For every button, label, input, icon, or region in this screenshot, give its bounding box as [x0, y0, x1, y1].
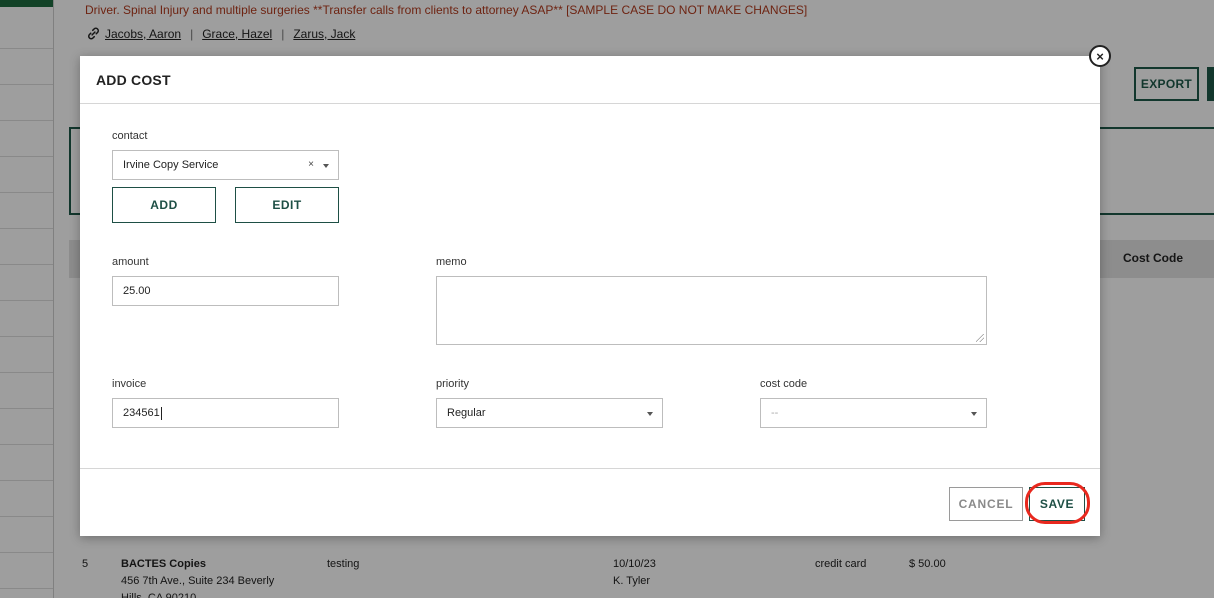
modal-header: ADD COST [80, 56, 1100, 104]
modal-title: ADD COST [96, 71, 171, 88]
chevron-down-icon [647, 412, 653, 416]
amount-label: amount [112, 256, 149, 268]
modal-footer: CANCEL SAVE [80, 468, 1100, 536]
contact-label: contact [112, 130, 148, 142]
contact-select[interactable]: Irvine Copy Service × [112, 150, 339, 180]
invoice-value: 234561 [123, 407, 160, 419]
save-button[interactable]: SAVE [1029, 487, 1085, 521]
invoice-label: invoice [112, 378, 147, 390]
add-cost-modal: ADD COST contact Irvine Copy Service × A… [80, 56, 1100, 536]
chevron-down-icon [323, 164, 329, 168]
cost-code-select[interactable]: -- [760, 398, 987, 428]
edit-contact-button[interactable]: EDIT [235, 187, 339, 223]
cancel-button[interactable]: CANCEL [949, 487, 1023, 521]
cost-code-label: cost code [760, 378, 808, 390]
contact-select-value: Irvine Copy Service [123, 159, 219, 171]
cost-code-select-value: -- [771, 407, 779, 419]
memo-label: memo [436, 256, 467, 268]
priority-select[interactable]: Regular [436, 398, 663, 428]
priority-label: priority [436, 378, 470, 390]
amount-input[interactable]: 25.00 [112, 276, 339, 306]
priority-select-value: Regular [447, 407, 486, 419]
text-cursor [160, 406, 162, 420]
amount-value: 25.00 [123, 285, 151, 297]
clear-icon[interactable]: × [308, 159, 314, 170]
invoice-input[interactable]: 234561 [112, 398, 339, 428]
close-icon[interactable]: × [1089, 45, 1111, 67]
chevron-down-icon [971, 412, 977, 416]
resize-handle-icon[interactable] [976, 334, 984, 342]
memo-textarea[interactable] [436, 276, 987, 345]
add-contact-button[interactable]: ADD [112, 187, 216, 223]
